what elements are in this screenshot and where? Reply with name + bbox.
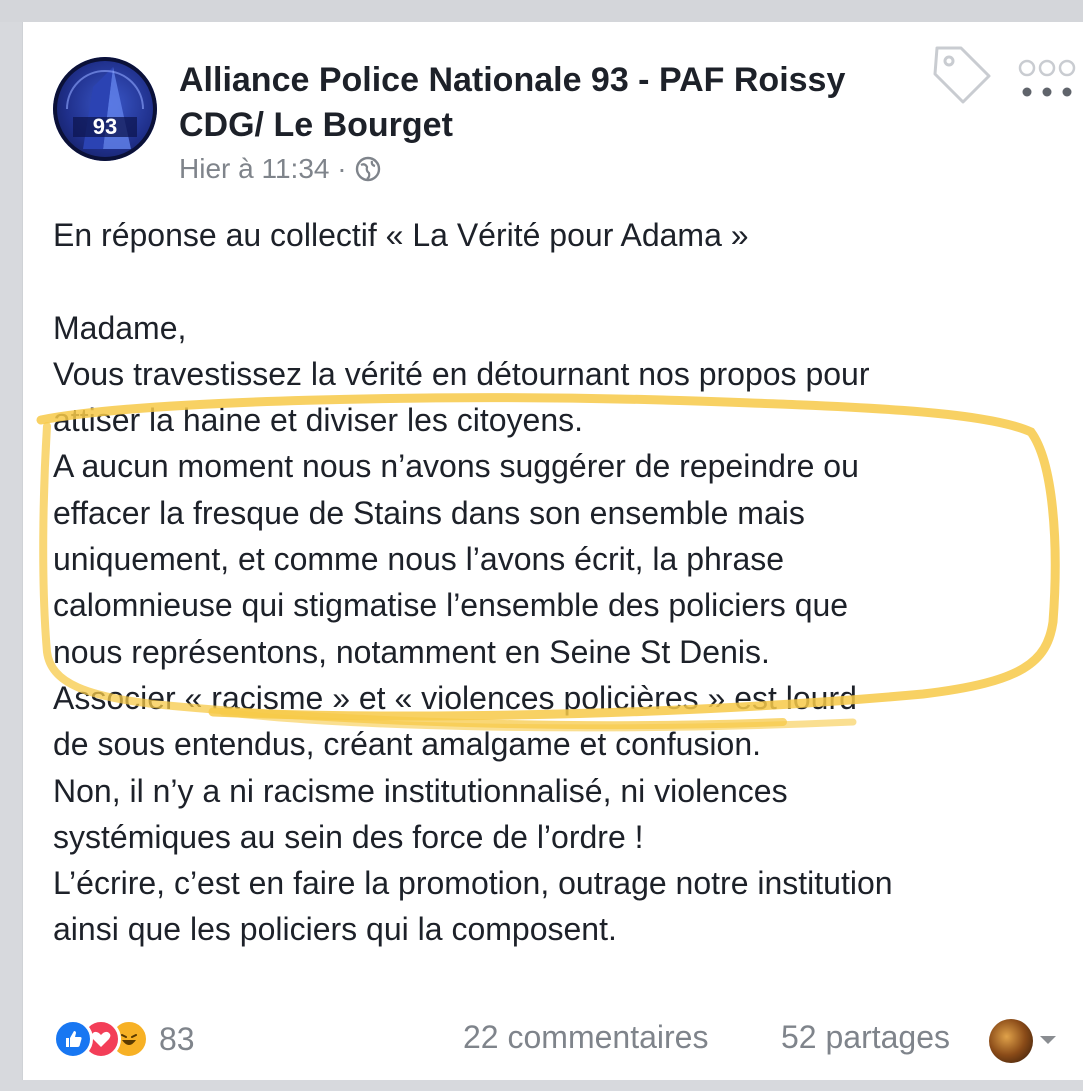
post-line: attiser la haine et diviser les citoyens… [53,402,584,439]
post-line: Associer « racisme » et « violences poli… [53,679,857,716]
globe-icon [355,156,380,182]
page-avatar[interactable]: 93 [53,57,157,161]
post-line: calomnieuse qui stigmatise l’ensemble de… [53,587,849,624]
post-line: En réponse au collectif « La Vérité pour… [53,217,749,253]
avatar-logo: 93 [53,57,157,161]
reaction-count[interactable]: 83 [159,1021,195,1058]
reactions[interactable]: 83 [53,1019,195,1059]
facebook-post-card: 93 Alliance Police Nationale 93 - PAF Ro… [22,22,1083,1091]
post-footer: 83 22 commentaires 52 partages [53,997,1078,1087]
post-line: de sous entendus, créant amalgame et con… [53,726,761,763]
post-line: systémiques au sein des force de l’ordre… [53,818,644,855]
post-line: ainsi que les policiers qui la composent… [53,911,617,948]
comments-count[interactable]: 22 commentaires [463,1019,708,1056]
like-reaction-icon [53,1019,93,1059]
post-line: Vous travestissez la vérité en détournan… [53,355,870,392]
post-line: A aucun moment nous n’avons suggérer de … [53,448,859,485]
avatar-text: 93 [93,114,117,139]
top-strip [0,0,1083,22]
viewer-avatar[interactable] [989,1019,1033,1063]
post-timestamp[interactable]: Hier à 11:34 · [179,153,347,185]
shares-count[interactable]: 52 partages [781,1019,950,1056]
more-icon[interactable] [1015,50,1079,106]
post-line: Non, il n’y a ni racisme institutionnali… [53,772,788,809]
post-line: nous représentons, notamment en Seine St… [53,633,770,670]
post-line [53,258,1078,304]
tag-icon[interactable] [927,40,997,110]
post-body: En réponse au collectif « La Vérité pour… [53,212,1078,953]
post-meta: Hier à 11:34 · [179,149,381,189]
post-line: effacer la fresque de Stains dans son en… [53,494,805,531]
post-line: Madame, [53,309,187,346]
page-name[interactable]: Alliance Police Nationale 93 - PAF Roiss… [179,58,939,148]
post-line: L’écrire, c’est en faire la promotion, o… [53,865,893,902]
post-line: uniquement, et comme nous l’avons écrit,… [53,541,785,578]
caret-down-icon[interactable] [1037,1032,1059,1048]
